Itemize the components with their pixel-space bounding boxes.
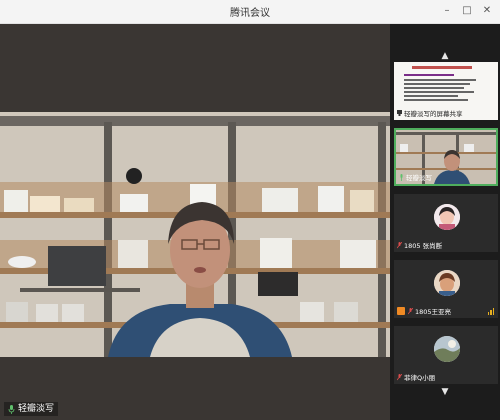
speaker-name-tag: 轻瓣淡写 xyxy=(4,402,59,416)
avatar xyxy=(434,270,460,296)
title-bar: 腾讯会议 – □ ✕ xyxy=(0,0,500,24)
muted-microphone-icon xyxy=(397,373,402,380)
minimize-button[interactable]: – xyxy=(440,4,454,18)
window-title: 腾讯会议 xyxy=(230,8,270,19)
avatar xyxy=(434,336,460,362)
bookshelf-background xyxy=(0,112,390,357)
tile-camera-active[interactable]: 轻瓣淡写 xyxy=(394,128,498,186)
close-button[interactable]: ✕ xyxy=(480,4,494,18)
tile-screen-share[interactable]: 轻瓣淡写的屏幕共享 xyxy=(394,62,498,120)
host-badge-icon xyxy=(397,307,405,315)
scroll-up-arrow-icon[interactable]: ▲ xyxy=(390,50,500,62)
tile-participant[interactable]: 1805 张尚断 xyxy=(394,194,498,252)
microphone-icon xyxy=(8,404,15,414)
meeting-window: 腾讯会议 – □ ✕ 轻瓣淡写 ▲ 轻瓣淡写的屏幕共享 轻瓣淡写 1805 张尚… xyxy=(0,0,500,420)
main-video-stage[interactable]: 轻瓣淡写 xyxy=(0,24,390,420)
microphone-icon xyxy=(400,173,403,181)
speaker-video xyxy=(0,112,390,357)
muted-microphone-icon xyxy=(408,307,413,314)
scroll-down-arrow-icon[interactable]: ▼ xyxy=(390,386,500,398)
tile-label: 轻瓣淡写的屏幕共享 xyxy=(397,108,463,118)
speaker-name: 轻瓣淡写 xyxy=(18,404,55,414)
maximize-button[interactable]: □ xyxy=(460,4,474,18)
tile-label: 1805 张尚断 xyxy=(397,240,442,250)
signal-strength-icon xyxy=(487,308,494,315)
tile-label: 1805王亚亮 xyxy=(408,306,451,316)
tile-label: 菲律Q小丽 xyxy=(397,372,435,382)
participant-sidebar: ▲ 轻瓣淡写的屏幕共享 轻瓣淡写 1805 张尚断 1805王亚亮 菲律Q小丽 … xyxy=(390,24,500,420)
screen-share-icon xyxy=(397,109,402,116)
tile-label: 轻瓣淡写 xyxy=(399,172,432,182)
avatar xyxy=(434,204,460,230)
tile-participant[interactable]: 菲律Q小丽 xyxy=(394,326,498,384)
muted-microphone-icon xyxy=(397,241,402,248)
tile-participant[interactable]: 1805王亚亮 xyxy=(394,260,498,318)
